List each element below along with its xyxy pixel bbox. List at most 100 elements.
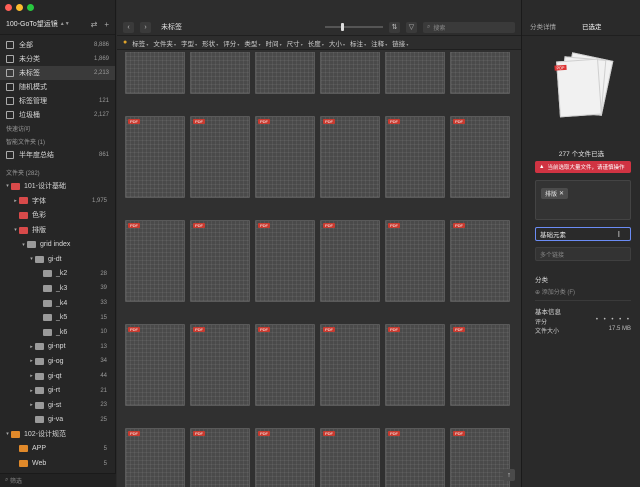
file-thumbnail[interactable]: PDF <box>125 220 185 302</box>
disclosure-arrow-icon[interactable]: ▸ <box>28 358 35 364</box>
file-thumbnail[interactable]: PDF <box>125 324 185 406</box>
filter-chip[interactable]: 类型 <box>244 38 260 48</box>
file-thumbnail[interactable]: PDF <box>125 428 185 487</box>
tags-field[interactable]: 排版 ✕ <box>535 180 631 220</box>
filter-icon[interactable]: ▽ <box>406 21 417 33</box>
file-thumbnail[interactable]: PDF <box>385 428 445 487</box>
close-window-button[interactable] <box>5 3 12 11</box>
folder-tree-item[interactable]: ▾ 102-设计规范 <box>0 427 115 442</box>
file-thumbnail[interactable]: PDF <box>190 324 250 406</box>
tag-chip[interactable]: 排版 ✕ <box>541 188 569 199</box>
file-thumbnail[interactable]: PDF <box>450 428 510 487</box>
library-switcher[interactable]: 100-GoTo望运镜 ▲▼ ⇄ + <box>0 14 115 34</box>
folder-tree-item[interactable]: ▸ gi-rt 21 <box>0 383 115 398</box>
forward-button[interactable]: › <box>140 21 151 33</box>
folder-tree-item[interactable]: _k6 10 <box>0 325 115 340</box>
file-thumbnail[interactable]: PDF <box>320 324 380 406</box>
file-thumbnail[interactable]: PDF <box>450 220 510 302</box>
file-thumbnail[interactable]: PDF <box>320 220 380 302</box>
folder-tree-item[interactable]: ▾ grid index <box>0 237 115 252</box>
disclosure-arrow-icon[interactable]: ▸ <box>28 373 35 379</box>
file-thumbnail[interactable] <box>450 52 510 94</box>
file-thumbnail[interactable]: PDF <box>190 220 250 302</box>
filter-chip[interactable]: 评分 <box>223 38 239 48</box>
file-thumbnail[interactable] <box>320 52 380 94</box>
sidebar-item[interactable]: 垃圾桶 2,127 <box>0 108 115 122</box>
file-thumbnail[interactable]: PDF <box>255 220 315 302</box>
filter-chip[interactable]: 大小 <box>329 38 345 48</box>
sidebar-item[interactable]: 全部 8,886 <box>0 38 115 52</box>
file-thumbnail[interactable]: PDF <box>320 428 380 487</box>
sort-icon[interactable]: ⇅ <box>389 21 400 33</box>
sidebar-item[interactable]: 随机模式 <box>0 80 115 94</box>
disclosure-arrow-icon[interactable]: ▸ <box>12 198 19 204</box>
search-input[interactable]: ⌕ 搜索 <box>423 21 515 33</box>
file-thumbnail[interactable]: PDF <box>190 116 250 198</box>
links-field[interactable]: 多个链接 <box>535 247 631 261</box>
disclosure-arrow-icon[interactable]: ▾ <box>28 256 35 262</box>
file-thumbnail[interactable]: PDF <box>385 116 445 198</box>
filter-chip[interactable]: 标注 <box>350 38 366 48</box>
folder-tree-item[interactable]: Web 5 <box>0 456 115 471</box>
rating-stars[interactable]: • • • • • <box>596 317 631 326</box>
minimize-window-button[interactable] <box>16 3 23 11</box>
slider-knob[interactable] <box>341 23 345 31</box>
disclosure-arrow-icon[interactable]: ▾ <box>4 431 11 437</box>
filter-chip[interactable]: 时间 <box>265 38 281 48</box>
back-button[interactable]: ‹ <box>123 21 134 33</box>
disclosure-arrow-icon[interactable]: ▾ <box>12 227 19 233</box>
disclosure-arrow-icon[interactable]: ▸ <box>28 402 35 408</box>
scroll-to-top-button[interactable]: ↑ <box>503 469 515 481</box>
file-thumbnail[interactable]: PDF <box>255 428 315 487</box>
folder-tree-item[interactable]: _k5 15 <box>0 310 115 325</box>
folder-tree-item[interactable]: _k3 39 <box>0 281 115 296</box>
folder-tree-item[interactable]: APP 5 <box>0 442 115 457</box>
folder-tree-item[interactable]: ▸ gi-og 34 <box>0 354 115 369</box>
file-thumbnail[interactable]: PDF <box>255 324 315 406</box>
disclosure-arrow-icon[interactable]: ▾ <box>20 242 27 248</box>
folder-tree-item[interactable]: ▸ gi-st 23 <box>0 398 115 413</box>
folder-tree-item[interactable]: ▸ 字体 1,975 <box>0 194 115 209</box>
folder-filter[interactable]: ⌕ 筛选 <box>0 473 116 487</box>
file-thumbnail[interactable]: PDF <box>125 116 185 198</box>
folder-tree-item[interactable]: ▸ gi-npt 13 <box>0 340 115 355</box>
folder-tree-item[interactable]: ▸ gi-qt 44 <box>0 369 115 384</box>
file-thumbnail[interactable] <box>385 52 445 94</box>
smart-folder-item[interactable]: 半年度总结 861 <box>0 148 115 162</box>
file-thumbnail[interactable] <box>125 52 185 94</box>
folder-tree-item[interactable]: ▾ 排版 <box>0 223 115 238</box>
add-category-button[interactable]: ⊕ 添加分类 (F) <box>535 287 575 296</box>
file-thumbnail[interactable]: PDF <box>190 428 250 487</box>
name-field[interactable]: 基础元素 I <box>535 227 631 241</box>
filter-chip[interactable]: 长度 <box>308 38 324 48</box>
swap-icon[interactable]: ⇄ <box>91 20 98 29</box>
file-thumbnail[interactable] <box>255 52 315 94</box>
file-thumbnail[interactable]: PDF <box>320 116 380 198</box>
tab-category-detail[interactable]: 分类详情 <box>530 21 556 31</box>
file-thumbnail[interactable]: PDF <box>385 220 445 302</box>
zoom-window-button[interactable] <box>27 3 34 11</box>
file-thumbnail[interactable]: PDF <box>450 116 510 198</box>
filter-chip[interactable]: 链接 <box>392 38 408 48</box>
folder-tree-item[interactable]: 色彩 <box>0 208 115 223</box>
folder-tree-item[interactable]: _k2 28 <box>0 267 115 282</box>
filter-chip[interactable]: 注释 <box>371 38 387 48</box>
folder-tree-item[interactable]: ▾ 101-设计基础 <box>0 179 115 194</box>
folder-tree-item[interactable]: _k4 33 <box>0 296 115 311</box>
file-thumbnail[interactable] <box>190 52 250 94</box>
folder-tree-item[interactable]: gi-va 25 <box>0 413 115 428</box>
disclosure-arrow-icon[interactable]: ▸ <box>28 388 35 394</box>
filter-chip[interactable]: 文件夹 <box>153 38 176 48</box>
filter-chip[interactable]: 形状 <box>202 38 218 48</box>
file-thumbnail[interactable]: PDF <box>450 324 510 406</box>
color-filter-icon[interactable]: ● <box>123 39 127 46</box>
filter-chip[interactable]: 字型 <box>181 38 197 48</box>
add-icon[interactable]: + <box>104 20 109 29</box>
sidebar-item[interactable]: 标签管理 121 <box>0 94 115 108</box>
file-thumbnail[interactable]: PDF <box>255 116 315 198</box>
thumbnail-size-slider[interactable] <box>325 23 383 31</box>
remove-tag-icon[interactable]: ✕ <box>559 190 564 197</box>
folder-tree-item[interactable]: ▾ gi-dt <box>0 252 115 267</box>
disclosure-arrow-icon[interactable]: ▾ <box>4 183 11 189</box>
filter-chip[interactable]: 尺寸 <box>287 38 303 48</box>
